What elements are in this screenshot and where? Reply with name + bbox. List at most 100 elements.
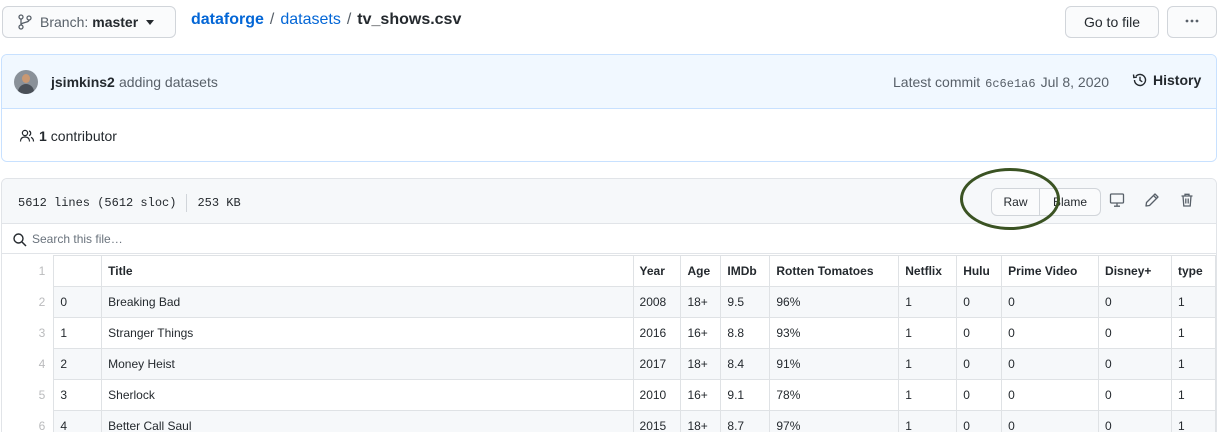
trash-icon[interactable] xyxy=(1179,192,1195,208)
table-cell: 1 xyxy=(898,286,958,318)
table-cell: 8.7 xyxy=(720,410,771,432)
column-header: Title xyxy=(101,255,634,287)
table-cell: 2017 xyxy=(632,348,682,380)
go-to-file-button[interactable]: Go to file xyxy=(1065,6,1159,38)
people-icon xyxy=(19,128,35,144)
column-header: Year xyxy=(632,255,682,287)
branch-name: master xyxy=(92,14,139,30)
file-view-button-group: Raw Blame xyxy=(991,188,1101,216)
table-cell: 1 xyxy=(53,317,103,349)
history-icon xyxy=(1132,72,1148,88)
table-cell: 0 xyxy=(956,286,1003,318)
breadcrumb-owner-link[interactable]: dataforge xyxy=(191,11,264,29)
table-cell: 0 xyxy=(1098,379,1172,411)
column-header: Age xyxy=(680,255,722,287)
column-header: Prime Video xyxy=(1001,255,1100,287)
more-options-button[interactable] xyxy=(1167,6,1217,38)
table-cell: 1 xyxy=(1170,286,1216,318)
column-header: Netflix xyxy=(898,255,958,287)
line-number[interactable]: 3 xyxy=(2,317,55,349)
line-number[interactable]: 2 xyxy=(2,286,55,318)
table-cell: 0 xyxy=(956,317,1003,349)
table-cell: 0 xyxy=(1001,286,1100,318)
file-line-count: 5612 lines (5612 sloc) xyxy=(18,196,177,210)
table-row: 3 1 Stranger Things 2016 16+ 8.8 93% 1 0 0 0 1 xyxy=(2,317,1216,349)
table-cell: 96% xyxy=(769,286,900,318)
column-header: Hulu xyxy=(956,255,1003,287)
contributor-label: contributor xyxy=(50,127,117,144)
table-cell: 0 xyxy=(1001,348,1100,380)
file-viewer: 5612 lines (5612 sloc) 253 KB Raw Blame … xyxy=(1,178,1217,432)
table-cell: 1 xyxy=(1170,410,1216,432)
table-cell: 1 xyxy=(1170,379,1216,411)
table-cell: Sherlock xyxy=(101,379,634,411)
table-cell: Better Call Saul xyxy=(101,410,634,432)
table-row: 4 2 Money Heist 2017 18+ 8.4 91% 1 0 0 0 1 xyxy=(2,348,1216,380)
file-search-row xyxy=(2,224,1216,254)
table-cell: 8.8 xyxy=(720,317,771,349)
table-cell: 0 xyxy=(1098,317,1172,349)
column-header: Disney+ xyxy=(1098,255,1172,287)
table-cell: 18+ xyxy=(680,348,722,380)
table-cell: 2 xyxy=(53,348,103,380)
table-cell: Money Heist xyxy=(101,348,634,380)
line-number[interactable]: 6 xyxy=(2,410,55,432)
table-cell: 9.5 xyxy=(720,286,771,318)
table-row: 6 4 Better Call Saul 2015 18+ 8.7 97% 1 0 0 0 1 xyxy=(2,410,1216,432)
table-cell: 0 xyxy=(1098,348,1172,380)
search-file-input[interactable] xyxy=(32,231,332,246)
table-cell: 16+ xyxy=(680,379,722,411)
table-cell: 78% xyxy=(769,379,900,411)
table-cell: 97% xyxy=(769,410,900,432)
kebab-horizontal-icon xyxy=(1184,13,1200,32)
table-cell: 2008 xyxy=(632,286,682,318)
table-cell: 0 xyxy=(956,410,1003,432)
git-branch-icon xyxy=(18,14,32,30)
latest-commit-label: Latest commit xyxy=(893,74,981,90)
branch-selector-button[interactable]: Branch: master xyxy=(2,6,176,38)
table-cell: 0 xyxy=(1098,286,1172,318)
line-number[interactable]: 5 xyxy=(2,379,55,411)
raw-button[interactable]: Raw xyxy=(992,189,1040,215)
table-cell: 0 xyxy=(1001,379,1100,411)
blame-button[interactable]: Blame xyxy=(1040,189,1100,215)
branch-label: Branch: xyxy=(40,14,89,30)
table-row: 5 3 Sherlock 2010 16+ 9.1 78% 1 0 0 0 1 xyxy=(2,379,1216,411)
table-cell: 0 xyxy=(1098,410,1172,432)
commit-author-link[interactable]: jsimkins2 xyxy=(51,74,115,90)
table-cell: 1 xyxy=(898,379,958,411)
table-cell: Stranger Things xyxy=(101,317,634,349)
commit-sha-link[interactable]: 6c6e1a6 xyxy=(985,77,1035,91)
table-cell: 16+ xyxy=(680,317,722,349)
avatar[interactable] xyxy=(14,70,38,94)
commit-info-box: jsimkins2 adding datasets Latest commit … xyxy=(1,54,1217,162)
latest-commit-row: jsimkins2 adding datasets Latest commit … xyxy=(2,55,1216,109)
line-number[interactable]: 4 xyxy=(2,348,55,380)
table-cell: 1 xyxy=(898,317,958,349)
commit-date: Jul 8, 2020 xyxy=(1040,74,1110,90)
table-cell: 0 xyxy=(1001,410,1100,432)
pencil-icon[interactable] xyxy=(1144,192,1160,208)
table-cell: 1 xyxy=(898,410,958,432)
contributors-row[interactable]: 1 contributor xyxy=(2,109,1216,161)
table-cell: 91% xyxy=(769,348,900,380)
commit-message-link[interactable]: adding datasets xyxy=(119,74,218,90)
csv-table: 1 Title Year Age IMDb Rotten Tomatoes Netflix H… xyxy=(2,255,1216,432)
table-cell: Breaking Bad xyxy=(101,286,634,318)
divider xyxy=(186,194,188,212)
history-label: History xyxy=(1153,72,1202,88)
caret-down-icon xyxy=(146,19,155,25)
breadcrumb-folder-link[interactable]: datasets xyxy=(280,11,340,29)
line-number[interactable]: 1 xyxy=(2,255,55,287)
file-info: 5612 lines (5612 sloc) 253 KB xyxy=(18,194,241,212)
table-header-row: 1 Title Year Age IMDb Rotten Tomatoes Netflix H… xyxy=(2,255,1216,287)
desktop-icon[interactable] xyxy=(1109,192,1125,208)
table-cell: 2015 xyxy=(632,410,682,432)
breadcrumb-file-name: tv_shows.csv xyxy=(357,11,462,28)
history-link[interactable]: History xyxy=(1132,72,1201,88)
table-cell: 1 xyxy=(1170,317,1216,349)
table-cell: 0 xyxy=(956,348,1003,380)
table-cell: 8.4 xyxy=(720,348,771,380)
table-cell: 0 xyxy=(1001,317,1100,349)
search-icon xyxy=(12,232,28,248)
